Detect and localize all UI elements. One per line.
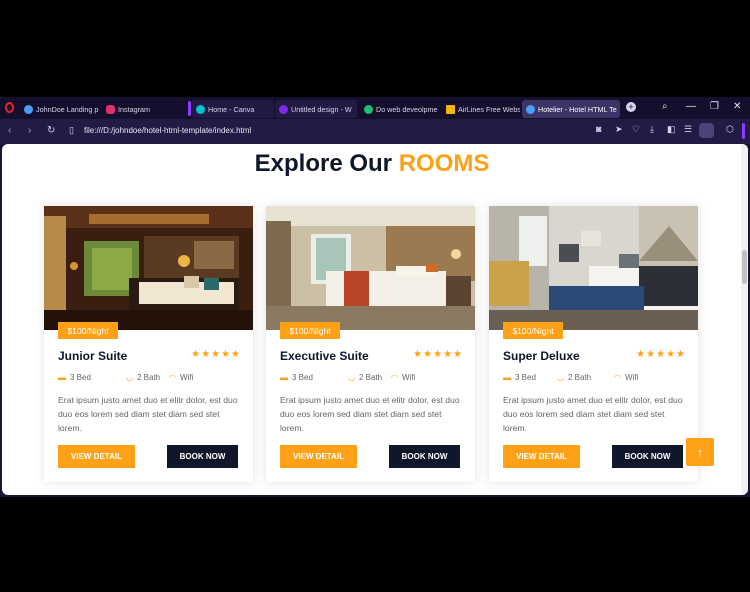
room-photo [266, 206, 475, 330]
tab-airlines[interactable]: AirLines Free Websi [442, 100, 520, 118]
tab-group-indicator [188, 101, 191, 116]
tab-johndoe-landing[interactable]: JohnDoe Landing p [20, 100, 100, 118]
view-detail-button[interactable]: VIEW DETAIL [503, 445, 580, 468]
heart-icon[interactable]: ♡ [632, 124, 640, 135]
url-field[interactable]: file:///D:/johndoe/hotel-html-template/i… [84, 126, 251, 135]
search-tabs-icon[interactable]: ⌕ [662, 101, 668, 112]
scrollbar-thumb[interactable] [742, 250, 747, 284]
section-title: Explore Our ROOMS [254, 150, 490, 177]
view-detail-button[interactable]: VIEW DETAIL [280, 445, 357, 468]
sidebar-indicator [742, 123, 745, 139]
opera-logo-icon[interactable] [5, 102, 14, 113]
room-name: Executive Suite [280, 349, 369, 363]
back-to-top-button[interactable]: ↑ [686, 438, 714, 466]
globe-icon [526, 104, 535, 114]
room-description: Erat ipsum justo amet duo et elitr dolor… [280, 395, 460, 433]
fiverr-icon [364, 104, 373, 114]
bath-icon: ◡ [348, 373, 355, 382]
tab-hotelier[interactable]: Hotelier - Hotel HTML Te [522, 100, 620, 118]
amenity-baths: ◡ 2 Bath [557, 373, 592, 382]
amenity-baths: ◡ 2 Bath [348, 373, 383, 382]
new-tab-plus-icon[interactable]: + [626, 102, 636, 112]
star-rating-icon: ★★★★★ [413, 349, 463, 360]
book-now-button[interactable]: BOOK NOW [612, 445, 683, 468]
cube-icon[interactable]: ⬡ [726, 124, 734, 135]
camera-icon[interactable]: ◙ [596, 124, 601, 134]
tab-web-development[interactable]: Do web deveolpme [360, 100, 440, 118]
tab-instagram[interactable]: Instagram [102, 100, 182, 118]
amenity-baths: ◡ 2 Bath [126, 373, 161, 382]
file-icon: ▯ [69, 125, 74, 135]
star-rating-icon: ★★★★★ [191, 349, 241, 360]
restore-icon[interactable]: ❐ [710, 101, 719, 112]
scrollbar[interactable] [741, 144, 748, 495]
canva-icon [279, 104, 288, 114]
amenity-wifi: ◠ Wifi [391, 373, 416, 382]
back-arrow-icon[interactable]: ‹ [8, 125, 11, 136]
room-card-executive-suite: $100/Night Executive Suite ★★★★★ ▬ 3 Bed … [266, 206, 475, 482]
wifi-icon: ◠ [391, 373, 398, 382]
price-badge: $100/Night [503, 322, 563, 339]
browser-window: JohnDoe Landing p Instagram Home - Canva… [0, 97, 750, 497]
amenity-wifi: ◠ Wifi [169, 373, 194, 382]
tab-canva-home[interactable]: Home - Canva [192, 100, 274, 118]
instagram-icon [106, 104, 115, 114]
room-photo [44, 206, 253, 330]
book-now-button[interactable]: BOOK NOW [389, 445, 460, 468]
room-name: Junior Suite [58, 349, 128, 363]
bed-icon: ▬ [503, 373, 511, 382]
book-now-button[interactable]: BOOK NOW [167, 445, 238, 468]
section-title-accent: ROOMS [398, 150, 490, 177]
amenity-beds: ▬ 3 Bed [58, 373, 91, 382]
tab-strip: JohnDoe Landing p Instagram Home - Canva… [0, 97, 750, 119]
extensions-icon[interactable]: ◧ [667, 124, 676, 135]
amenity-beds: ▬ 3 Bed [280, 373, 313, 382]
price-badge: $100/Night [58, 322, 118, 339]
tab-canva-untitled[interactable]: Untitled design - W [275, 100, 357, 118]
easy-setup-icon[interactable]: ☰ [684, 124, 692, 135]
close-window-icon[interactable]: ✕ [733, 101, 741, 112]
wifi-icon: ◠ [169, 373, 176, 382]
download-icon[interactable]: ⤓ [650, 124, 654, 135]
canva-icon [196, 104, 205, 114]
room-description: Erat ipsum justo amet duo et elitr dolor… [503, 395, 683, 433]
room-card-junior-suite: $100/Night Junior Suite ★★★★★ ▬ 3 Bed ◡ 2 … [44, 206, 253, 482]
forward-arrow-icon[interactable]: › [28, 125, 31, 136]
room-card-super-deluxe: $100/Night Super Deluxe ★★★★★ ▬ 3 Bed ◡ 2 … [489, 206, 698, 482]
room-photo [489, 206, 698, 330]
bath-icon: ◡ [557, 373, 564, 382]
profile-icon[interactable] [699, 123, 714, 138]
price-badge: $100/Night [280, 322, 340, 339]
star-rating-icon: ★★★★★ [636, 349, 686, 360]
web-page: Explore Our ROOMS $100/Night Junior Suit… [2, 144, 748, 495]
room-name: Super Deluxe [503, 349, 580, 363]
reload-icon[interactable]: ↻ [47, 125, 55, 136]
amenity-wifi: ◠ Wifi [614, 373, 639, 382]
arrow-up-icon: ↑ [696, 444, 704, 460]
address-bar: ‹ › ↻ ▯ file:///D:/johndoe/hotel-html-te… [0, 119, 750, 144]
globe-icon [24, 104, 33, 114]
view-detail-button[interactable]: VIEW DETAIL [58, 445, 135, 468]
bed-icon: ▬ [280, 373, 288, 382]
bath-icon: ◡ [126, 373, 133, 382]
minimize-icon[interactable]: — [686, 101, 696, 112]
bed-icon: ▬ [58, 373, 66, 382]
wifi-icon: ◠ [614, 373, 621, 382]
amenity-beds: ▬ 3 Bed [503, 373, 536, 382]
page-icon [446, 104, 455, 114]
room-description: Erat ipsum justo amet duo et elitr dolor… [58, 395, 238, 433]
send-icon[interactable]: ➤ [615, 124, 623, 135]
